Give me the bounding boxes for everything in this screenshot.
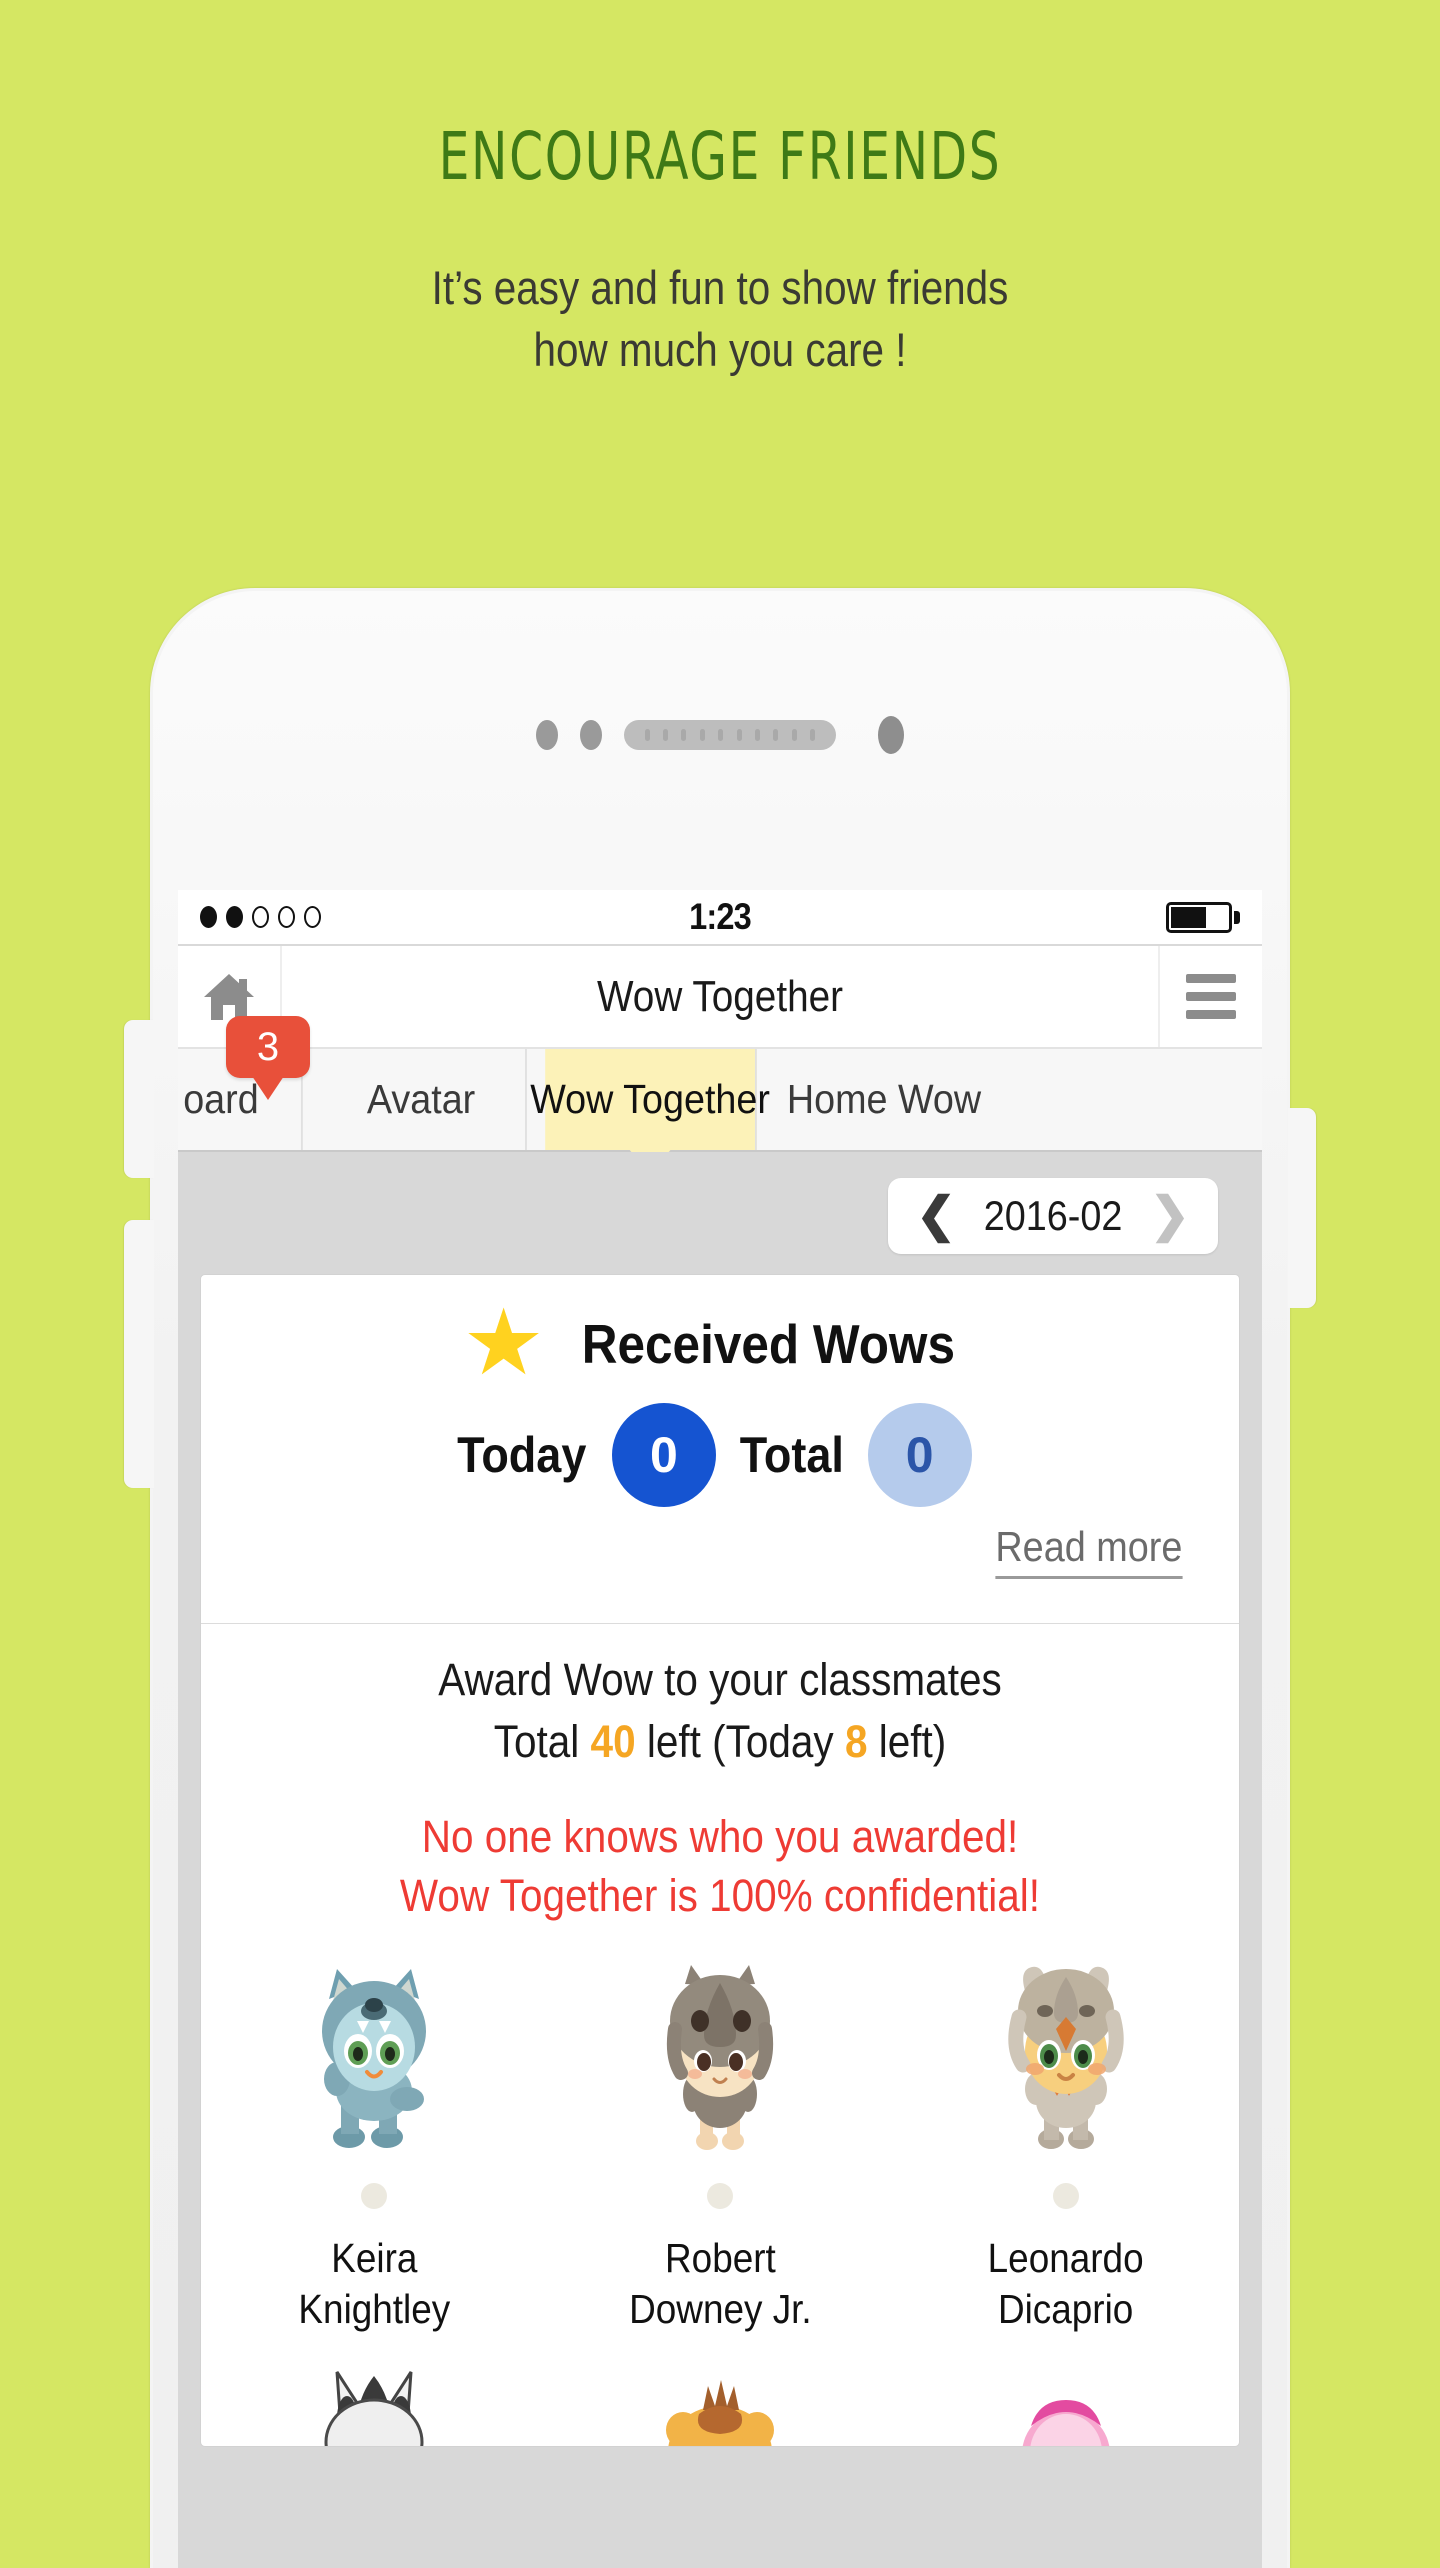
- tab-wow-together[interactable]: Wow Together: [530, 1049, 770, 1150]
- promo-subtitle-line-1: It’s easy and fun to show friends: [431, 261, 1009, 314]
- classmate-name: Leonardo Dicaprio: [988, 2233, 1144, 2336]
- page-title: ENCOURAGE FRIENDS: [438, 118, 1002, 195]
- phone-screen: 1:23 3 Wow Together oard Avatar Wow Toge…: [178, 890, 1262, 2568]
- tan-owl-avatar: [971, 1959, 1161, 2159]
- home-button[interactable]: 3: [178, 946, 310, 1078]
- classmate-name: Keira Knightley: [298, 2233, 450, 2336]
- tab-avatar[interactable]: Avatar: [317, 1049, 527, 1150]
- award-selection-dot[interactable]: [707, 2183, 733, 2209]
- signal-strength-icon: [200, 906, 400, 928]
- total-count-bubble: 0: [867, 1403, 972, 1507]
- classmate-card[interactable]: [547, 2366, 893, 2446]
- classmate-name: Robert Downey Jr.: [629, 2233, 812, 2336]
- battery-icon: [1040, 901, 1240, 933]
- promo-subtitle-line-2: how much you care !: [533, 323, 907, 377]
- next-month-button[interactable]: ❯: [1150, 1192, 1190, 1240]
- app-title: Wow Together: [596, 971, 844, 1021]
- classmate-first-name: Leonardo: [988, 2235, 1144, 2281]
- classmate-last-name: Dicaprio: [998, 2286, 1134, 2333]
- award-total-suffix: left): [867, 1716, 947, 1767]
- promo-header: ENCOURAGE FRIENDS It’s easy and fun to s…: [0, 0, 1440, 381]
- front-camera-icon: [878, 716, 904, 754]
- tab-bar: oard Avatar Wow Together Home Wow: [178, 1049, 1262, 1152]
- month-navigator: ❮ 2016-02 ❯: [888, 1178, 1218, 1254]
- app-navbar: 3 Wow Together: [178, 946, 1262, 1078]
- classmate-grid-row-1: Keira Knightley Robert Downey Jr. Leonar…: [201, 1925, 1239, 2336]
- confidential-line-2: Wow Together is 100% confidential!: [399, 1869, 1041, 1921]
- volume-up-button[interactable]: [124, 1020, 154, 1178]
- hamburger-menu-icon: [1186, 974, 1236, 983]
- earpiece-speaker-icon: [624, 720, 836, 750]
- award-total-prefix: Total: [493, 1716, 591, 1767]
- status-bar: 1:23: [178, 890, 1262, 946]
- award-total-mid: left (Today: [635, 1716, 845, 1767]
- award-instruction: Award Wow to your classmates: [438, 1654, 1002, 1705]
- classmate-card[interactable]: Keira Knightley: [201, 1959, 547, 2336]
- confidential-notice: No one knows who you awarded! Wow Togeth…: [253, 1808, 1187, 1925]
- status-bar-clock: 1:23: [689, 896, 752, 937]
- notification-badge: 3: [226, 1016, 310, 1078]
- app-content: ❮ 2016-02 ❯ ★ Received Wows Today 0 Tota…: [178, 1152, 1262, 2568]
- classmate-last-name: Knightley: [298, 2286, 450, 2333]
- read-more-link[interactable]: Read more: [995, 1523, 1183, 1579]
- classmate-card[interactable]: Robert Downey Jr.: [547, 1959, 893, 2336]
- classmate-first-name: Robert: [664, 2235, 776, 2281]
- classmate-grid-row-2: [201, 2336, 1239, 2446]
- phone-mockup: 1:23 3 Wow Together oard Avatar Wow Toge…: [124, 588, 1316, 2568]
- classmate-card[interactable]: Leonardo Dicaprio: [893, 1959, 1239, 2336]
- award-remaining: Total 40 left (Today 8 left): [253, 1716, 1187, 1768]
- tab-home-wow[interactable]: Home Wow: [775, 1049, 992, 1150]
- award-selection-dot[interactable]: [361, 2183, 387, 2209]
- home-icon: [204, 973, 254, 1020]
- classmate-card[interactable]: [201, 2366, 547, 2446]
- award-today-count: 8: [844, 1716, 868, 1767]
- today-label: Today: [457, 1427, 587, 1483]
- light-sensor-icon: [580, 720, 602, 750]
- classmate-last-name: Downey Jr.: [628, 2286, 812, 2333]
- promo-subtitle: It’s easy and fun to show friends how mu…: [101, 257, 1339, 381]
- received-wows-card: ★ Received Wows Today 0 Total 0 Read mor…: [200, 1274, 1240, 2447]
- proximity-sensor-icon: [536, 720, 558, 750]
- phone-top-hardware: [124, 716, 1316, 754]
- confidential-line-1: No one knows who you awarded!: [421, 1811, 1019, 1862]
- award-total-count: 40: [590, 1716, 636, 1767]
- total-label: Total: [739, 1427, 844, 1483]
- classmate-first-name: Keira: [330, 2235, 418, 2281]
- classmate-card[interactable]: [893, 2366, 1239, 2446]
- award-selection-dot[interactable]: [1053, 2183, 1079, 2209]
- zebra-avatar: [279, 2366, 469, 2446]
- volume-down-button[interactable]: [124, 1220, 154, 1488]
- blue-wolf-avatar: [279, 1959, 469, 2159]
- lion-avatar: [625, 2366, 815, 2446]
- power-button[interactable]: [1288, 1108, 1316, 1308]
- gray-rhino-avatar: [625, 1959, 815, 2159]
- award-section: Award Wow to your classmates Total 40 le…: [201, 1623, 1239, 2446]
- current-month-label: 2016-02: [983, 1192, 1123, 1239]
- pink-avatar: [971, 2366, 1161, 2446]
- received-wows-title-row: ★ Received Wows: [201, 1292, 1239, 1395]
- today-count-bubble: 0: [611, 1403, 716, 1507]
- star-icon: ★: [462, 1292, 545, 1395]
- menu-button[interactable]: [1158, 946, 1262, 1047]
- received-wows-title: Received Wows: [581, 1313, 955, 1375]
- prev-month-button[interactable]: ❮: [916, 1192, 956, 1240]
- received-wows-counts: Today 0 Total 0: [201, 1403, 1239, 1507]
- received-wows-header: ★ Received Wows Today 0 Total 0 Read mor…: [201, 1275, 1239, 1623]
